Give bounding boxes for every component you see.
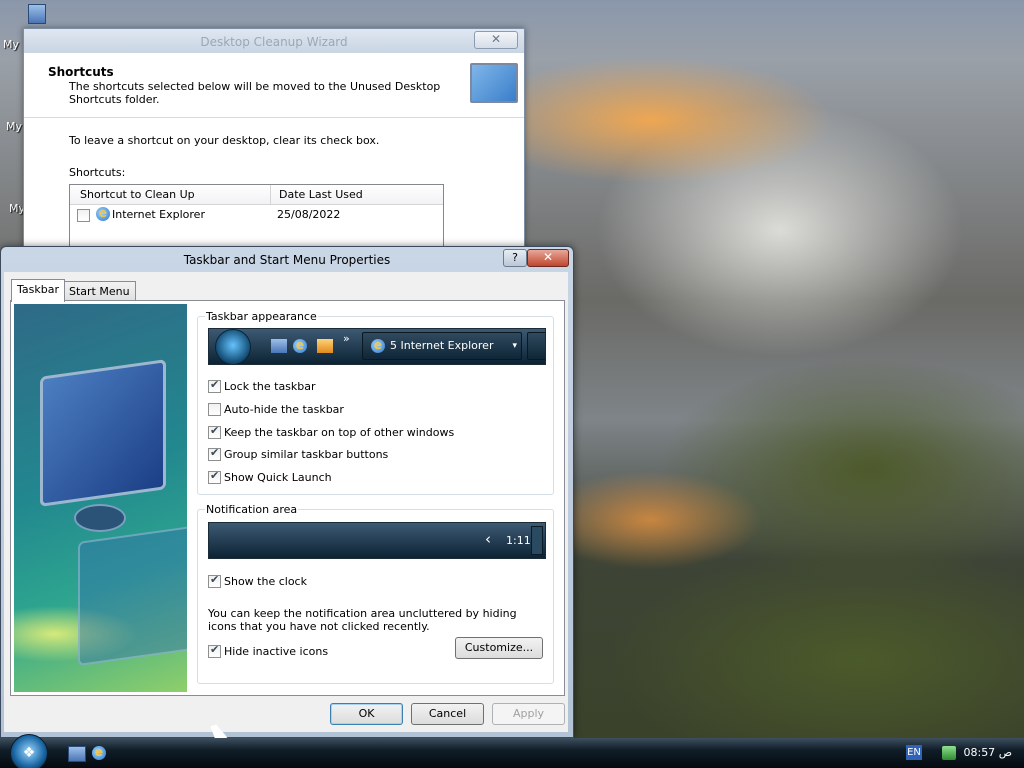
notification-area-label: Notification area	[205, 503, 299, 516]
start-orb-icon	[215, 329, 251, 364]
tab-taskbar[interactable]: Taskbar	[11, 279, 65, 302]
properties-client-area: Taskbar Start Menu Taskbar appearance e …	[4, 272, 568, 732]
preview-button-label: 5 Internet Explorer	[390, 339, 494, 352]
column-header-shortcut[interactable]: Shortcut to Clean Up	[80, 188, 195, 201]
notification-area-group: Notification area ‹ 1:11 Show the clock …	[197, 503, 554, 684]
hide-inactive-label[interactable]: Hide inactive icons	[224, 645, 328, 658]
ok-button[interactable]: OK	[330, 703, 403, 725]
preview-taskbar-button: e 5 Internet Explorer ▾	[362, 332, 522, 360]
clock-time: 08:57	[963, 746, 996, 759]
help-button[interactable]: ?	[503, 249, 527, 267]
desktop-icon-label-1[interactable]: My	[3, 38, 19, 51]
internet-explorer-icon: e	[96, 207, 110, 221]
windows-logo-icon: ❖	[22, 745, 36, 761]
wizard-header-title: Shortcuts	[48, 65, 114, 79]
quick-launch-label[interactable]: Show Quick Launch	[224, 471, 332, 484]
desktop-icon-1[interactable]	[0, 4, 46, 24]
taskbar-clock[interactable]: 08:57 ص	[963, 746, 1012, 759]
show-clock-checkbox[interactable]	[208, 573, 221, 588]
shortcut-checkbox[interactable]	[77, 209, 90, 222]
taskbar: ❖ e EN 08:57 ص	[0, 734, 1024, 768]
close-icon: ✕	[490, 32, 502, 46]
shortcuts-label: Shortcuts:	[69, 166, 126, 179]
lock-taskbar-label[interactable]: Lock the taskbar	[224, 380, 316, 393]
keep-on-top-label[interactable]: Keep the taskbar on top of other windows	[224, 426, 454, 439]
lock-taskbar-checkbox[interactable]	[208, 378, 221, 393]
help-icon: ?	[512, 251, 518, 264]
keep-on-top-checkbox[interactable]	[208, 424, 221, 439]
column-header-date[interactable]: Date Last Used	[279, 188, 363, 201]
wizard-title: Desktop Cleanup Wizard	[200, 35, 348, 49]
preview-tray-edge	[531, 526, 543, 555]
folder-icon	[28, 4, 46, 24]
list-item[interactable]: e Internet Explorer 25/08/2022	[70, 205, 443, 225]
customize-button[interactable]: Customize...	[455, 637, 543, 659]
show-desktop-icon[interactable]	[68, 746, 86, 762]
list-header: Shortcut to Clean Up Date Last Used	[70, 185, 443, 205]
security-shield-icon[interactable]	[942, 746, 956, 760]
wizard-header: Shortcuts The shortcuts selected below w…	[24, 53, 524, 118]
clock-ampm: ص	[998, 746, 1012, 759]
taskbar-preview: e » e 5 Internet Explorer ▾	[208, 328, 546, 365]
preview-taskbar-button-partial	[527, 332, 545, 360]
chevron-down-icon: ▾	[512, 341, 517, 351]
show-desktop-icon	[271, 339, 287, 353]
start-button[interactable]: ❖	[10, 734, 48, 768]
cancel-button[interactable]: Cancel	[411, 703, 484, 725]
show-clock-label[interactable]: Show the clock	[224, 575, 307, 588]
chevron-left-icon: ‹	[485, 530, 491, 548]
internet-explorer-icon[interactable]: e	[92, 746, 106, 760]
notification-note: You can keep the notification area unclu…	[208, 607, 517, 633]
quick-launch-checkbox[interactable]	[208, 469, 221, 484]
internet-explorer-icon: e	[293, 339, 307, 353]
preview-clock: 1:11	[506, 534, 531, 547]
desktop-cleanup-wizard-window: Desktop Cleanup Wizard ✕ Shortcuts The s…	[23, 28, 525, 256]
shortcut-date: 25/08/2022	[277, 208, 341, 221]
desktop-icon-label-2[interactable]: My	[6, 120, 22, 133]
close-icon: ✕	[542, 250, 554, 264]
column-divider[interactable]	[270, 185, 271, 204]
media-player-icon	[317, 339, 333, 353]
properties-title: Taskbar and Start Menu Properties	[183, 253, 391, 267]
group-similar-label[interactable]: Group similar taskbar buttons	[224, 448, 388, 461]
chevron-right-icon: »	[343, 332, 350, 345]
auto-hide-checkbox[interactable]	[208, 403, 221, 416]
windows-vista-illustration	[14, 304, 187, 692]
tab-start-menu[interactable]: Start Menu	[63, 281, 136, 301]
notification-preview: ‹ 1:11	[208, 522, 546, 559]
shortcut-name: Internet Explorer	[112, 208, 205, 221]
wizard-titlebar[interactable]: Desktop Cleanup Wizard ✕	[24, 29, 524, 53]
taskbar-tab-panel: Taskbar appearance e » e 5 Internet Expl…	[10, 300, 565, 696]
internet-explorer-icon: e	[371, 339, 385, 353]
monitor-reflection-graphic	[78, 525, 187, 667]
apply-button[interactable]: Apply	[492, 703, 565, 725]
wizard-close-button[interactable]: ✕	[474, 31, 518, 49]
wizard-instruction: To leave a shortcut on your desktop, cle…	[69, 134, 380, 147]
close-button[interactable]: ✕	[527, 249, 569, 267]
auto-hide-label[interactable]: Auto-hide the taskbar	[224, 403, 344, 416]
taskbar-properties-window: Taskbar and Start Menu Properties ? ✕ Ta…	[0, 246, 574, 738]
hide-inactive-checkbox[interactable]	[208, 643, 221, 658]
monitor-icon	[470, 63, 518, 103]
taskbar-appearance-group: Taskbar appearance e » e 5 Internet Expl…	[197, 310, 554, 495]
monitor-graphic	[40, 359, 166, 507]
wizard-header-description: The shortcuts selected below will be mov…	[69, 80, 441, 106]
taskbar-appearance-label: Taskbar appearance	[205, 310, 318, 323]
language-indicator[interactable]: EN	[906, 745, 922, 760]
monitor-stand-graphic	[74, 504, 126, 532]
group-similar-checkbox[interactable]	[208, 446, 221, 461]
